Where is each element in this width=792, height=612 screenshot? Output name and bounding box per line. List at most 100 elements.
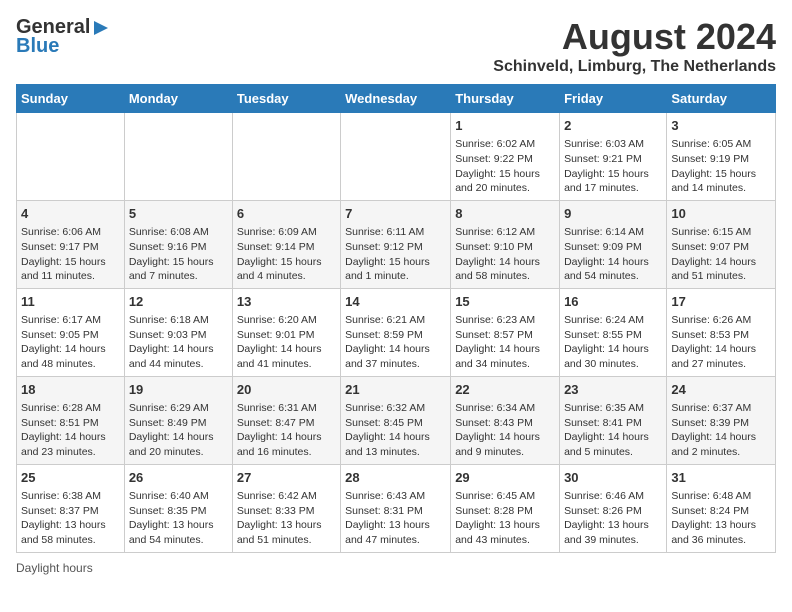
day-number: 4 [21,205,120,223]
calendar-cell: 19 Sunrise: 6:29 AM Sunset: 8:49 PM Dayli… [124,376,232,464]
day-number: 3 [671,117,771,135]
calendar-cell: 26 Sunrise: 6:40 AM Sunset: 8:35 PM Dayli… [124,464,232,552]
weekday-header-thursday: Thursday [451,85,560,113]
calendar-table: SundayMondayTuesdayWednesdayThursdayFrid… [16,84,776,553]
calendar-cell: 1 Sunrise: 6:02 AM Sunset: 9:22 PM Daylig… [451,113,560,201]
calendar-cell: 20 Sunrise: 6:31 AM Sunset: 8:47 PM Dayli… [232,376,340,464]
calendar-cell: 2 Sunrise: 6:03 AM Sunset: 9:21 PM Daylig… [560,113,667,201]
day-number: 2 [564,117,662,135]
location-subtitle: Schinveld, Limburg, The Netherlands [493,58,776,76]
day-info: Sunrise: 6:29 AM Sunset: 8:49 PM Dayligh… [129,401,228,460]
day-number: 7 [345,205,446,223]
calendar-cell: 9 Sunrise: 6:14 AM Sunset: 9:09 PM Daylig… [560,200,667,288]
day-number: 8 [455,205,555,223]
day-info: Sunrise: 6:05 AM Sunset: 9:19 PM Dayligh… [671,137,771,196]
day-number: 19 [129,381,228,399]
day-info: Sunrise: 6:11 AM Sunset: 9:12 PM Dayligh… [345,225,446,284]
calendar-cell: 17 Sunrise: 6:26 AM Sunset: 8:53 PM Dayli… [667,288,776,376]
day-info: Sunrise: 6:28 AM Sunset: 8:51 PM Dayligh… [21,401,120,460]
weekday-header-row: SundayMondayTuesdayWednesdayThursdayFrid… [17,85,776,113]
day-info: Sunrise: 6:34 AM Sunset: 8:43 PM Dayligh… [455,401,555,460]
calendar-cell: 7 Sunrise: 6:11 AM Sunset: 9:12 PM Daylig… [341,200,451,288]
calendar-cell: 28 Sunrise: 6:43 AM Sunset: 8:31 PM Dayli… [341,464,451,552]
day-info: Sunrise: 6:06 AM Sunset: 9:17 PM Dayligh… [21,225,120,284]
day-number: 15 [455,293,555,311]
day-number: 20 [237,381,336,399]
day-number: 13 [237,293,336,311]
calendar-cell: 8 Sunrise: 6:12 AM Sunset: 9:10 PM Daylig… [451,200,560,288]
calendar-cell: 23 Sunrise: 6:35 AM Sunset: 8:41 PM Dayli… [560,376,667,464]
day-info: Sunrise: 6:31 AM Sunset: 8:47 PM Dayligh… [237,401,336,460]
day-number: 12 [129,293,228,311]
day-info: Sunrise: 6:14 AM Sunset: 9:09 PM Dayligh… [564,225,662,284]
calendar-week-row: 1 Sunrise: 6:02 AM Sunset: 9:22 PM Daylig… [17,113,776,201]
day-info: Sunrise: 6:21 AM Sunset: 8:59 PM Dayligh… [345,313,446,372]
day-info: Sunrise: 6:46 AM Sunset: 8:26 PM Dayligh… [564,489,662,548]
header: General Blue August 2024 Schinveld, Limb… [16,16,776,76]
weekday-header-monday: Monday [124,85,232,113]
calendar-cell: 27 Sunrise: 6:42 AM Sunset: 8:33 PM Dayli… [232,464,340,552]
day-info: Sunrise: 6:37 AM Sunset: 8:39 PM Dayligh… [671,401,771,460]
calendar-cell [17,113,125,201]
calendar-cell: 14 Sunrise: 6:21 AM Sunset: 8:59 PM Dayli… [341,288,451,376]
day-info: Sunrise: 6:35 AM Sunset: 8:41 PM Dayligh… [564,401,662,460]
day-number: 1 [455,117,555,135]
weekday-header-friday: Friday [560,85,667,113]
calendar-cell: 30 Sunrise: 6:46 AM Sunset: 8:26 PM Dayli… [560,464,667,552]
calendar-cell: 5Sunrise: 6:08 AM Sunset: 9:16 PM Daylig… [124,200,232,288]
day-number: 27 [237,469,336,487]
day-info: Sunrise: 6:09 AM Sunset: 9:14 PM Dayligh… [237,225,336,284]
calendar-cell: 25Sunrise: 6:38 AM Sunset: 8:37 PM Dayli… [17,464,125,552]
calendar-cell: 29 Sunrise: 6:45 AM Sunset: 8:28 PM Dayli… [451,464,560,552]
day-number: 14 [345,293,446,311]
day-number: 28 [345,469,446,487]
day-number: 23 [564,381,662,399]
logo-blue-text: Blue [16,35,59,58]
day-info: Sunrise: 6:08 AM Sunset: 9:16 PM Dayligh… [129,225,228,284]
calendar-cell [232,113,340,201]
day-info: Sunrise: 6:18 AM Sunset: 9:03 PM Dayligh… [129,313,228,372]
calendar-cell: 4 Sunrise: 6:06 AM Sunset: 9:17 PM Daylig… [17,200,125,288]
day-info: Sunrise: 6:02 AM Sunset: 9:22 PM Dayligh… [455,137,555,196]
title-area: August 2024 Schinveld, Limburg, The Neth… [493,16,776,76]
day-number: 21 [345,381,446,399]
calendar-week-row: 11 Sunrise: 6:17 AM Sunset: 9:05 PM Dayli… [17,288,776,376]
day-number: 30 [564,469,662,487]
calendar-cell: 16Sunrise: 6:24 AM Sunset: 8:55 PM Dayli… [560,288,667,376]
calendar-cell: 24Sunrise: 6:37 AM Sunset: 8:39 PM Dayli… [667,376,776,464]
day-info: Sunrise: 6:40 AM Sunset: 8:35 PM Dayligh… [129,489,228,548]
day-info: Sunrise: 6:43 AM Sunset: 8:31 PM Dayligh… [345,489,446,548]
day-info: Sunrise: 6:42 AM Sunset: 8:33 PM Dayligh… [237,489,336,548]
day-info: Sunrise: 6:03 AM Sunset: 9:21 PM Dayligh… [564,137,662,196]
weekday-header-saturday: Saturday [667,85,776,113]
day-info: Sunrise: 6:12 AM Sunset: 9:10 PM Dayligh… [455,225,555,284]
calendar-cell: 11 Sunrise: 6:17 AM Sunset: 9:05 PM Dayli… [17,288,125,376]
day-info: Sunrise: 6:48 AM Sunset: 8:24 PM Dayligh… [671,489,771,548]
day-info: Sunrise: 6:20 AM Sunset: 9:01 PM Dayligh… [237,313,336,372]
day-number: 6 [237,205,336,223]
calendar-cell: 6 Sunrise: 6:09 AM Sunset: 9:14 PM Daylig… [232,200,340,288]
logo-flag-icon [92,19,110,37]
day-number: 9 [564,205,662,223]
weekday-header-sunday: Sunday [17,85,125,113]
footer: Daylight hours [16,561,776,575]
calendar-cell: 31 Sunrise: 6:48 AM Sunset: 8:24 PM Dayli… [667,464,776,552]
day-number: 17 [671,293,771,311]
day-number: 26 [129,469,228,487]
calendar-cell: 13 Sunrise: 6:20 AM Sunset: 9:01 PM Dayli… [232,288,340,376]
day-info: Sunrise: 6:45 AM Sunset: 8:28 PM Dayligh… [455,489,555,548]
calendar-cell [124,113,232,201]
calendar-week-row: 4 Sunrise: 6:06 AM Sunset: 9:17 PM Daylig… [17,200,776,288]
calendar-cell: 21Sunrise: 6:32 AM Sunset: 8:45 PM Dayli… [341,376,451,464]
day-number: 31 [671,469,771,487]
calendar-cell: 18 Sunrise: 6:28 AM Sunset: 8:51 PM Dayli… [17,376,125,464]
day-info: Sunrise: 6:38 AM Sunset: 8:37 PM Dayligh… [21,489,120,548]
logo: General Blue [16,16,110,58]
day-info: Sunrise: 6:26 AM Sunset: 8:53 PM Dayligh… [671,313,771,372]
day-number: 18 [21,381,120,399]
calendar-cell: 15Sunrise: 6:23 AM Sunset: 8:57 PM Dayli… [451,288,560,376]
day-info: Sunrise: 6:17 AM Sunset: 9:05 PM Dayligh… [21,313,120,372]
day-number: 11 [21,293,120,311]
calendar-week-row: 18 Sunrise: 6:28 AM Sunset: 8:51 PM Dayli… [17,376,776,464]
day-number: 29 [455,469,555,487]
